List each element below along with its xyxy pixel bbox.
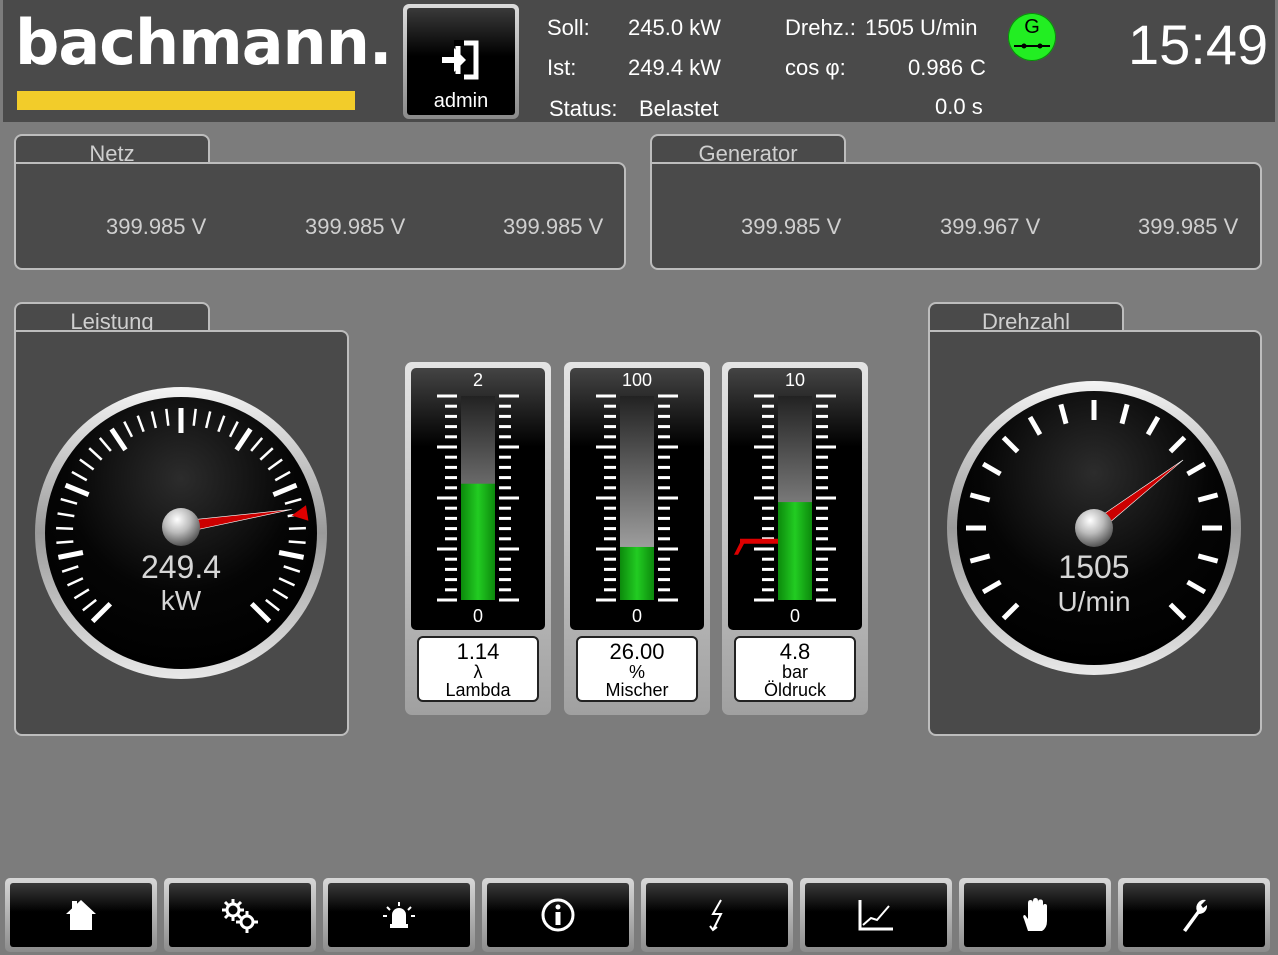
mischer-unit: % bbox=[628, 662, 645, 682]
oeldruck-value: 4.8 bbox=[779, 639, 811, 664]
lambda-readout: 1.14 λ Lambda bbox=[417, 636, 539, 702]
netz-voltage-l2: 399.985 V bbox=[305, 214, 406, 239]
oeldruck-bar-fill bbox=[778, 502, 812, 600]
soll-value: 245.0 kW bbox=[628, 15, 721, 40]
leistung-gauge: 249.4 kW bbox=[35, 387, 327, 679]
oeldruck-bar-scale: 10 0 bbox=[734, 370, 836, 626]
drehzahl-unit: U/min bbox=[1057, 586, 1130, 617]
generator-voltage-l1: 399.985 V bbox=[741, 214, 842, 239]
lambda-value: 1.14 bbox=[456, 639, 500, 664]
generator-panel: 399.985 V 399.967 V 399.985 V bbox=[650, 162, 1262, 270]
status-value: Belastet bbox=[639, 96, 719, 121]
leistung-tick bbox=[288, 526, 306, 531]
soll-label: Soll: bbox=[547, 15, 590, 40]
header-bar: bachmann. admin Soll: 245.0 kW Ist: 249.… bbox=[3, 0, 1275, 122]
brand-accent-bar bbox=[17, 91, 355, 110]
login-username: admin bbox=[433, 90, 489, 112]
oeldruck-max-label: 10 bbox=[785, 370, 805, 390]
leistung-needle-hub bbox=[162, 508, 200, 546]
login-icon bbox=[442, 40, 479, 80]
lightning-icon bbox=[709, 899, 723, 932]
generator-badge-label: G bbox=[1024, 16, 1040, 38]
login-button[interactable]: admin bbox=[403, 4, 519, 119]
netz-voltage-l1: 399.985 V bbox=[106, 214, 207, 239]
mischer-bar-gauge: 100 0 26.00 % Mischer bbox=[564, 362, 710, 715]
drehzahl-value: 1505 bbox=[1058, 549, 1129, 585]
info-button[interactable] bbox=[482, 878, 634, 952]
lambda-bar-gauge: 2 0 1.14 λ Lambda bbox=[405, 362, 551, 715]
lambda-max-label: 2 bbox=[473, 370, 483, 390]
oeldruck-unit: bar bbox=[781, 662, 808, 682]
info-icon bbox=[541, 898, 575, 932]
netz-panel: 399.985 V 399.985 V 399.985 V bbox=[14, 162, 626, 270]
settings-button[interactable] bbox=[164, 878, 316, 952]
bottom-toolbar bbox=[3, 876, 1275, 955]
home-button[interactable] bbox=[5, 878, 157, 952]
brand-logo: bachmann. bbox=[15, 6, 392, 79]
generator-status-badge[interactable]: G bbox=[1008, 13, 1056, 61]
manual-button[interactable] bbox=[959, 878, 1111, 952]
leistung-tick bbox=[56, 540, 74, 545]
cos-phi-suffix: C bbox=[970, 55, 986, 80]
chart-icon bbox=[858, 900, 893, 931]
mischer-name: Mischer bbox=[605, 680, 669, 700]
alarm-light-icon bbox=[383, 902, 415, 928]
breaker-icon bbox=[1014, 43, 1050, 49]
drehzahl-needle-hub bbox=[1075, 509, 1113, 547]
mischer-max-label: 100 bbox=[622, 370, 652, 390]
drehz-label: Drehz.: bbox=[785, 15, 856, 40]
leistung-tick bbox=[56, 526, 74, 531]
mischer-value: 26.00 bbox=[609, 639, 665, 664]
service-button[interactable] bbox=[1118, 878, 1270, 952]
mischer-readout: 26.00 % Mischer bbox=[576, 636, 698, 702]
lambda-unit: λ bbox=[473, 662, 483, 682]
alarm-button[interactable] bbox=[323, 878, 475, 952]
lambda-bar-fill bbox=[461, 483, 495, 600]
cos-phi-label: cos φ: bbox=[785, 55, 846, 80]
clock: 15:49 bbox=[1128, 13, 1269, 76]
cos-phi-value: 0.986 bbox=[908, 55, 964, 80]
timer-value: 0.0 s bbox=[935, 94, 983, 119]
oeldruck-min-label: 0 bbox=[790, 606, 800, 626]
oeldruck-readout: 4.8 bar Öldruck bbox=[734, 636, 856, 702]
mischer-bar-fill bbox=[620, 546, 654, 600]
drehzahl-gauge: 1505 U/min bbox=[947, 381, 1241, 675]
electrical-button[interactable] bbox=[641, 878, 793, 952]
hand-icon bbox=[1023, 898, 1047, 931]
oeldruck-name: Öldruck bbox=[763, 680, 826, 700]
ist-value: 249.4 kW bbox=[628, 55, 721, 80]
status-label: Status: bbox=[549, 96, 618, 121]
netz-voltage-l3: 399.985 V bbox=[503, 214, 604, 239]
oeldruck-bar-gauge: 10 0 4.8 bar Öldruck bbox=[722, 362, 868, 715]
leistung-unit: kW bbox=[161, 585, 202, 616]
lambda-name: Lambda bbox=[445, 680, 511, 700]
generator-voltage-l2: 399.967 V bbox=[940, 214, 1041, 239]
gears-icon bbox=[222, 899, 258, 933]
lambda-bar-scale: 2 0 bbox=[437, 370, 519, 626]
mischer-min-label: 0 bbox=[632, 606, 642, 626]
wrench-icon bbox=[1183, 899, 1208, 932]
oeldruck-setpoint-marker bbox=[734, 538, 778, 555]
generator-voltage-l3: 399.985 V bbox=[1138, 214, 1239, 239]
leistung-value: 249.4 bbox=[141, 549, 221, 585]
ist-label: Ist: bbox=[547, 55, 577, 80]
drehz-value: 1505 U/min bbox=[865, 15, 978, 40]
trend-button[interactable] bbox=[800, 878, 952, 952]
lambda-min-label: 0 bbox=[473, 606, 483, 626]
home-icon bbox=[66, 900, 96, 930]
leistung-tick bbox=[288, 540, 306, 545]
mischer-bar-scale: 100 0 bbox=[596, 370, 678, 626]
